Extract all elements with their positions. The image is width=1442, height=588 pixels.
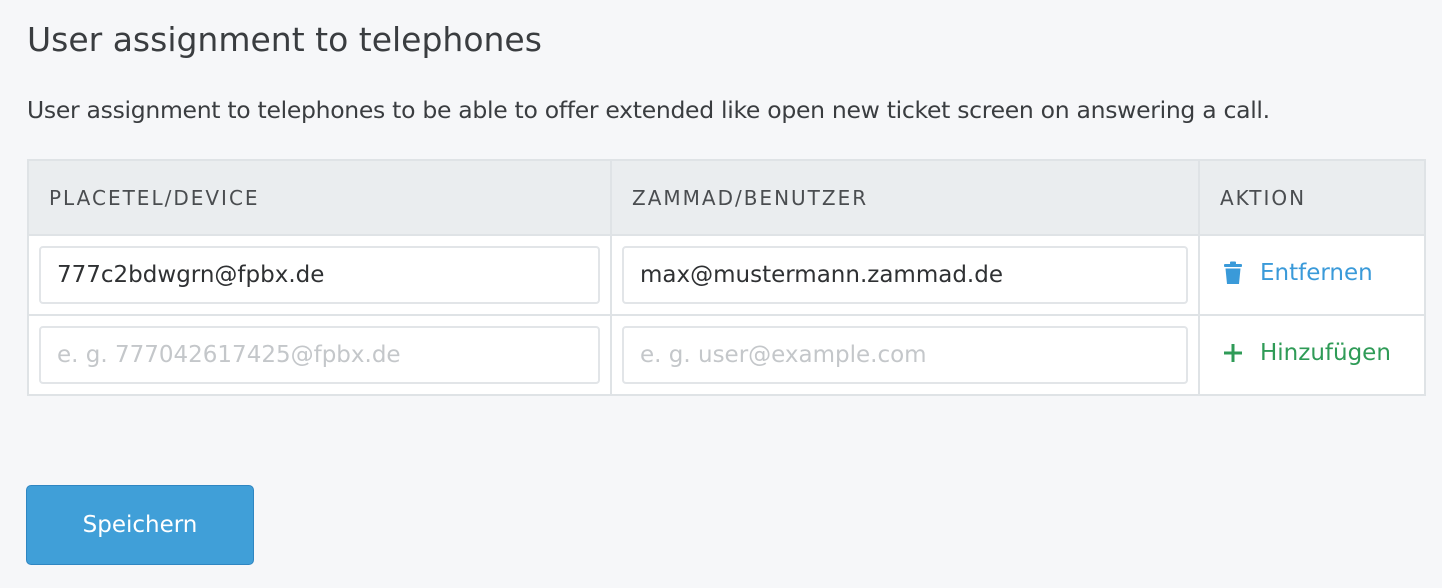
plus-icon [1224, 344, 1242, 362]
new-user-cell [610, 314, 1200, 396]
page-title: User assignment to telephones [27, 20, 542, 59]
new-device-cell [27, 314, 612, 396]
trash-icon [1224, 261, 1242, 284]
add-label: Hinzufügen [1260, 340, 1391, 366]
assignment-table: PLACETEL/DEVICE ZAMMAD/BENUTZER AKTION 7… [27, 159, 1426, 396]
device-cell [27, 234, 612, 316]
add-button[interactable]: Hinzufügen [1220, 340, 1391, 366]
settings-page: User assignment to telephones User assig… [0, 0, 1442, 588]
remove-button[interactable]: Entfernen [1220, 260, 1373, 286]
user-cell [610, 234, 1200, 316]
column-header-user: ZAMMAD/BENUTZER [610, 159, 1200, 236]
table-row: Entfernen [27, 234, 1426, 316]
page-description: User assignment to telephones to be able… [27, 96, 1270, 124]
save-button[interactable]: Speichern [26, 485, 254, 565]
user-input[interactable] [622, 246, 1188, 304]
new-device-input[interactable] [39, 326, 600, 384]
column-header-action: AKTION [1198, 159, 1426, 236]
action-cell: Entfernen [1198, 234, 1426, 316]
table-row-new: Hinzufügen [27, 314, 1426, 396]
device-input[interactable] [39, 246, 600, 304]
table-header-row: PLACETEL/DEVICE ZAMMAD/BENUTZER AKTION [27, 159, 1426, 236]
new-user-input[interactable] [622, 326, 1188, 384]
new-action-cell: Hinzufügen [1198, 314, 1426, 396]
remove-label: Entfernen [1260, 260, 1373, 286]
column-header-device: PLACETEL/DEVICE [27, 159, 612, 236]
